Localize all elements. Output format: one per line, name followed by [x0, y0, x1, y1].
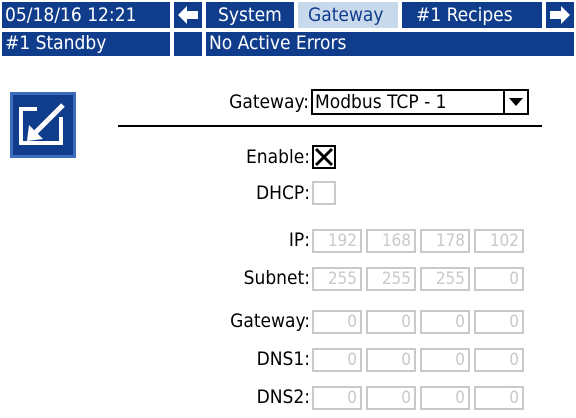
dns2-octet-4[interactable]: 0 — [474, 386, 524, 410]
chevron-down-icon — [509, 98, 523, 106]
ip-octet-4[interactable]: 102 — [474, 229, 524, 253]
gateway-octet-1[interactable]: 0 — [312, 310, 362, 334]
subnet-octet-4[interactable]: 0 — [474, 267, 524, 291]
ip-octet-1[interactable]: 192 — [312, 229, 362, 253]
tab-gateway[interactable]: Gateway — [296, 0, 400, 30]
datetime-display: 05/18/16 12:21 — [0, 0, 172, 30]
gateway-select[interactable]: Modbus TCP - 1 — [311, 89, 529, 115]
dropdown-button[interactable] — [503, 89, 529, 115]
subnet-label: Subnet: — [243, 267, 310, 289]
edit-screen-button[interactable] — [10, 92, 76, 158]
dns2-octet-3[interactable]: 0 — [420, 386, 470, 410]
dns1-octet-1[interactable]: 0 — [312, 348, 362, 372]
dns1-octet-3[interactable]: 0 — [420, 348, 470, 372]
edit-screen-icon — [19, 101, 67, 145]
dns2-octet-1[interactable]: 0 — [312, 386, 362, 410]
arrow-right-icon — [550, 6, 570, 24]
arrow-left-icon — [178, 6, 198, 24]
tab-system[interactable]: System — [204, 0, 296, 30]
gateway-octet-3[interactable]: 0 — [420, 310, 470, 334]
enable-label: Enable: — [246, 146, 310, 168]
dns1-octet-2[interactable]: 0 — [366, 348, 416, 372]
dns1-label: DNS1: — [256, 348, 310, 370]
mode-status: #1 Standby — [0, 30, 172, 58]
gateway-select-label: Gateway: — [229, 91, 309, 113]
gateway-octet-4[interactable]: 0 — [474, 310, 524, 334]
dhcp-label: DHCP: — [255, 182, 310, 204]
gateway-address-label: Gateway: — [230, 310, 310, 332]
subnet-octet-2[interactable]: 255 — [366, 267, 416, 291]
tab-next-button[interactable] — [544, 0, 576, 30]
subnet-octet-3[interactable]: 255 — [420, 267, 470, 291]
dns1-octet-4[interactable]: 0 — [474, 348, 524, 372]
dhcp-checkbox[interactable] — [312, 181, 336, 205]
tab-prev-button[interactable] — [172, 0, 204, 30]
gateway-select-value: Modbus TCP - 1 — [315, 91, 447, 113]
tab-recipes[interactable]: #1 Recipes — [400, 0, 544, 30]
dns2-octet-2[interactable]: 0 — [366, 386, 416, 410]
ip-label: IP: — [288, 229, 310, 251]
dns2-label: DNS2: — [256, 386, 310, 408]
check-x-icon — [314, 147, 334, 167]
divider — [118, 125, 542, 127]
error-status: No Active Errors — [204, 30, 576, 58]
ip-octet-2[interactable]: 168 — [366, 229, 416, 253]
subnet-octet-1[interactable]: 255 — [312, 267, 362, 291]
gateway-octet-2[interactable]: 0 — [366, 310, 416, 334]
ip-octet-3[interactable]: 178 — [420, 229, 470, 253]
status-indicator — [172, 30, 204, 58]
enable-checkbox[interactable] — [312, 145, 336, 169]
